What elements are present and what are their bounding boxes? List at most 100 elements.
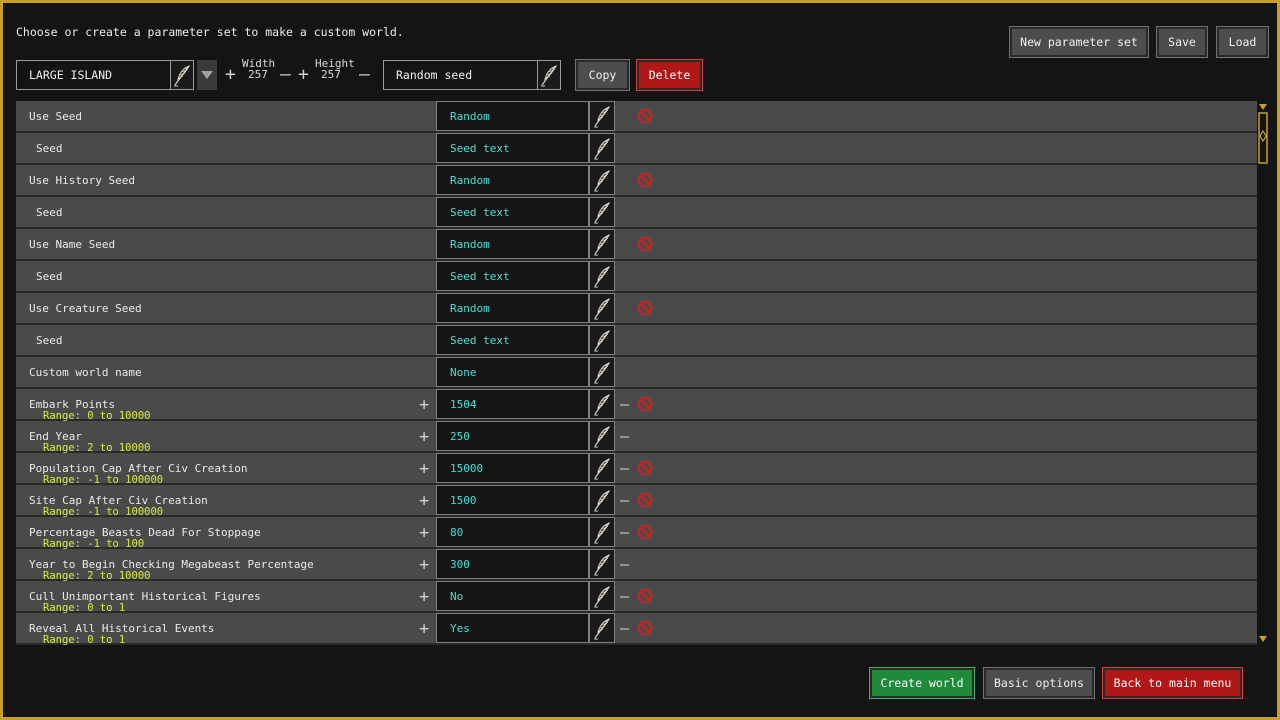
parameter-value-field[interactable]: Random xyxy=(436,101,589,131)
parameter-row[interactable]: Use Seed Random xyxy=(16,101,1257,133)
forbid-icon[interactable] xyxy=(637,620,653,636)
parameter-row[interactable]: Population Cap After Civ Creation Range: … xyxy=(16,453,1257,486)
decrease-button[interactable]: — xyxy=(620,427,629,445)
forbid-icon[interactable] xyxy=(637,396,653,412)
quill-icon[interactable] xyxy=(589,421,615,451)
quill-icon[interactable] xyxy=(589,613,615,643)
parameter-row[interactable]: Site Cap After Civ Creation Range: -1 to … xyxy=(16,485,1257,518)
parameter-row[interactable]: Use Name Seed Random xyxy=(16,229,1257,261)
seed-field[interactable]: Random seed xyxy=(383,60,538,90)
quill-icon[interactable] xyxy=(170,60,194,90)
parameter-row[interactable]: Embark Points Range: 0 to 10000 +1504— xyxy=(16,389,1257,422)
parameter-row[interactable]: Reveal All Historical Events Range: 0 to … xyxy=(16,613,1257,646)
parameter-row[interactable]: Use Creature Seed Random xyxy=(16,293,1257,325)
quill-icon[interactable] xyxy=(589,517,615,547)
quill-icon[interactable] xyxy=(589,485,615,515)
forbid-icon[interactable] xyxy=(637,172,653,188)
parameter-name: Seed xyxy=(36,142,63,155)
parameter-value-field[interactable]: Random xyxy=(436,165,589,195)
parameter-value-field[interactable]: Seed text xyxy=(436,133,589,163)
quill-icon[interactable] xyxy=(589,101,615,131)
quill-icon[interactable] xyxy=(589,165,615,195)
increase-button[interactable]: + xyxy=(419,587,429,607)
parameter-value-field[interactable]: 80 xyxy=(436,517,589,547)
quill-icon[interactable] xyxy=(589,453,615,483)
parameter-row[interactable]: Seed Seed text xyxy=(16,325,1257,357)
height-value: 257 xyxy=(321,68,341,81)
load-button[interactable]: Load xyxy=(1216,26,1269,58)
parameter-row[interactable]: Custom world name None xyxy=(16,357,1257,389)
parameter-value-field[interactable]: Seed text xyxy=(436,197,589,227)
parameter-value-field[interactable]: 1504 xyxy=(436,389,589,419)
parameter-value-field[interactable]: 250 xyxy=(436,421,589,451)
width-decrease-button[interactable]: — xyxy=(280,66,291,84)
quill-icon[interactable] xyxy=(589,549,615,579)
basic-options-button[interactable]: Basic options xyxy=(983,667,1095,699)
parameter-row[interactable]: Percentage Beasts Dead For Stoppage Range… xyxy=(16,517,1257,550)
parameter-row[interactable]: End Year Range: 2 to 10000 +250— xyxy=(16,421,1257,454)
increase-button[interactable]: + xyxy=(419,459,429,479)
increase-button[interactable]: + xyxy=(419,427,429,447)
parameter-name: Seed xyxy=(36,270,63,283)
quill-icon[interactable] xyxy=(589,293,615,323)
quill-icon[interactable] xyxy=(589,261,615,291)
decrease-button[interactable]: — xyxy=(620,587,629,605)
forbid-icon[interactable] xyxy=(637,588,653,604)
decrease-button[interactable]: — xyxy=(620,395,629,413)
parameter-name: Use Seed xyxy=(29,110,82,123)
back-to-main-menu-button[interactable]: Back to main menu xyxy=(1102,667,1243,699)
parameter-row[interactable]: Seed Seed text xyxy=(16,133,1257,165)
parameter-value-field[interactable]: No xyxy=(436,581,589,611)
parameter-set-name-field[interactable]: LARGE ISLAND xyxy=(16,60,171,90)
forbid-icon[interactable] xyxy=(637,524,653,540)
parameter-row[interactable]: Seed Seed text xyxy=(16,197,1257,229)
quill-icon[interactable] xyxy=(589,389,615,419)
forbid-icon[interactable] xyxy=(637,108,653,124)
decrease-button[interactable]: — xyxy=(620,491,629,509)
decrease-button[interactable]: — xyxy=(620,523,629,541)
increase-button[interactable]: + xyxy=(419,395,429,415)
increase-button[interactable]: + xyxy=(419,491,429,511)
quill-icon[interactable] xyxy=(589,357,615,387)
decrease-button[interactable]: — xyxy=(620,459,629,477)
parameter-value-field[interactable]: 15000 xyxy=(436,453,589,483)
quill-icon[interactable] xyxy=(589,229,615,259)
forbid-icon[interactable] xyxy=(637,300,653,316)
parameter-value-field[interactable]: None xyxy=(436,357,589,387)
create-world-button[interactable]: Create world xyxy=(869,667,975,699)
increase-button[interactable]: + xyxy=(419,523,429,543)
height-increase-button[interactable]: + xyxy=(298,66,309,84)
decrease-button[interactable]: — xyxy=(620,619,629,637)
increase-button[interactable]: + xyxy=(419,555,429,575)
scrollbar[interactable] xyxy=(1258,103,1268,643)
delete-button[interactable]: Delete xyxy=(636,59,703,91)
parameter-value-field[interactable]: Seed text xyxy=(436,325,589,355)
parameter-value-field[interactable]: Random xyxy=(436,293,589,323)
save-button[interactable]: Save xyxy=(1156,26,1208,58)
parameter-value-field[interactable]: 1500 xyxy=(436,485,589,515)
parameter-row[interactable]: Year to Begin Checking Megabeast Percent… xyxy=(16,549,1257,582)
parameter-row[interactable]: Use History Seed Random xyxy=(16,165,1257,197)
dropdown-arrow-icon[interactable] xyxy=(197,60,217,90)
height-decrease-button[interactable]: — xyxy=(359,66,370,84)
quill-icon[interactable] xyxy=(589,197,615,227)
forbid-icon[interactable] xyxy=(637,492,653,508)
width-increase-button[interactable]: + xyxy=(225,66,236,84)
parameter-value-field[interactable]: 300 xyxy=(436,549,589,579)
new-parameter-set-button[interactable]: New parameter set xyxy=(1009,26,1149,58)
parameter-value-field[interactable]: Random xyxy=(436,229,589,259)
quill-icon[interactable] xyxy=(589,581,615,611)
quill-icon[interactable] xyxy=(589,325,615,355)
width-value: 257 xyxy=(248,68,268,81)
forbid-icon[interactable] xyxy=(637,460,653,476)
decrease-button[interactable]: — xyxy=(620,555,629,573)
quill-icon[interactable] xyxy=(537,60,561,90)
parameter-row[interactable]: Seed Seed text xyxy=(16,261,1257,293)
increase-button[interactable]: + xyxy=(419,619,429,639)
parameter-row[interactable]: Cull Unimportant Historical Figures Range… xyxy=(16,581,1257,614)
copy-button[interactable]: Copy xyxy=(575,59,630,91)
parameter-value-field[interactable]: Seed text xyxy=(436,261,589,291)
parameter-value-field[interactable]: Yes xyxy=(436,613,589,643)
forbid-icon[interactable] xyxy=(637,236,653,252)
quill-icon[interactable] xyxy=(589,133,615,163)
